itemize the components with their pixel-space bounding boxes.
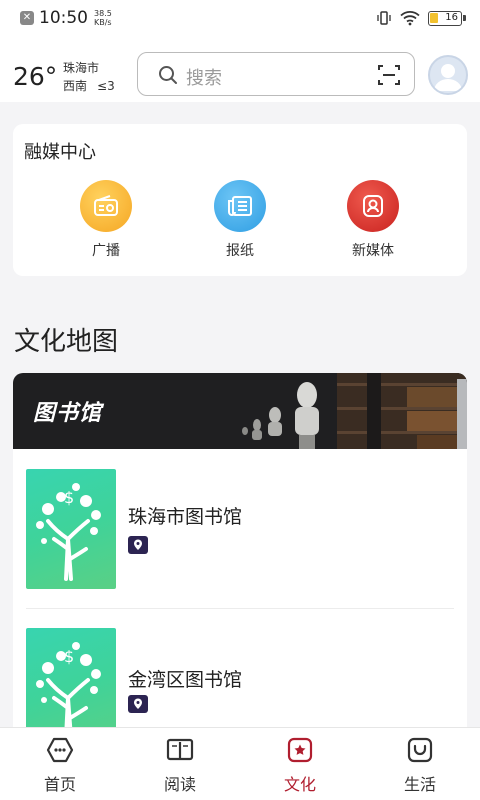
search-input[interactable]: 搜索 [137, 52, 415, 96]
library-busts-image [217, 373, 467, 449]
media-center-title: 融媒中心 [24, 142, 96, 163]
nav-label: 文化 [283, 775, 316, 794]
library-item[interactable]: $ 金湾区图书馆 [13, 625, 467, 733]
nav-reading[interactable]: 阅读 [140, 736, 220, 795]
media-item-radio[interactable]: 广播 [66, 180, 146, 260]
nav-label: 生活 [403, 775, 436, 794]
library-name: 珠海市图书馆 [128, 506, 243, 528]
wind-direction: 西南 [63, 79, 88, 93]
location-pin-icon[interactable] [128, 695, 148, 713]
library-tree-image: $ [26, 628, 116, 733]
library-name: 金湾区图书馆 [128, 669, 243, 691]
divider [26, 608, 454, 609]
top-header: 26° 珠海市 西南 ≤3 搜索 [0, 38, 480, 102]
library-tree-image: $ [26, 469, 116, 589]
location-pin-icon[interactable] [128, 536, 148, 554]
scan-icon[interactable] [378, 64, 400, 86]
svg-text:$: $ [64, 647, 74, 666]
culture-star-icon [287, 737, 313, 763]
vibrate-icon [377, 11, 391, 25]
bottom-nav: 首页 阅读 文化 生活 [0, 727, 480, 800]
nav-life[interactable]: 生活 [380, 736, 460, 795]
library-card: 图书馆 $ 珠海市图书馆 $ 金湾区图书馆 [13, 373, 467, 733]
media-item-newspaper[interactable]: 报纸 [200, 180, 280, 260]
media-item-label: 报纸 [226, 243, 254, 259]
media-center-card: 融媒中心 广播 报纸 新媒体 [13, 124, 467, 276]
home-icon [46, 737, 74, 763]
temperature: 26° [13, 62, 58, 91]
radio-icon [80, 180, 132, 232]
weather-location: 珠海市 西南 ≤3 [63, 59, 115, 95]
svg-text:$: $ [64, 488, 74, 507]
status-time: 10:50 [39, 8, 88, 28]
new-media-icon [347, 180, 399, 232]
nav-home[interactable]: 首页 [20, 736, 100, 795]
library-item[interactable]: $ 珠海市图书馆 [13, 466, 467, 601]
media-item-new-media[interactable]: 新媒体 [333, 180, 413, 260]
newspaper-icon [214, 180, 266, 232]
wind-level: ≤3 [97, 79, 115, 93]
battery-indicator: 16 [428, 10, 466, 26]
status-bar: ✕ 10:50 38.5 KB/s 16 [0, 0, 480, 38]
culture-map-title: 文化地图 [14, 327, 119, 357]
nav-culture[interactable]: 文化 [260, 736, 340, 795]
search-icon [159, 66, 177, 84]
nav-label: 首页 [43, 775, 76, 794]
network-speed: 38.5 KB/s [94, 9, 112, 27]
notification-x-icon: ✕ [20, 11, 34, 25]
city-name: 珠海市 [63, 61, 100, 75]
book-icon [166, 738, 194, 761]
banner-title: 图书馆 [33, 401, 103, 426]
wifi-icon [400, 11, 420, 26]
search-placeholder: 搜索 [186, 68, 222, 89]
media-item-label: 新媒体 [352, 243, 394, 259]
library-banner[interactable]: 图书馆 [13, 373, 467, 449]
avatar-icon [434, 64, 462, 91]
nav-label: 阅读 [163, 775, 196, 794]
life-icon [407, 737, 433, 763]
media-item-label: 广播 [92, 243, 120, 259]
avatar[interactable] [428, 55, 468, 95]
